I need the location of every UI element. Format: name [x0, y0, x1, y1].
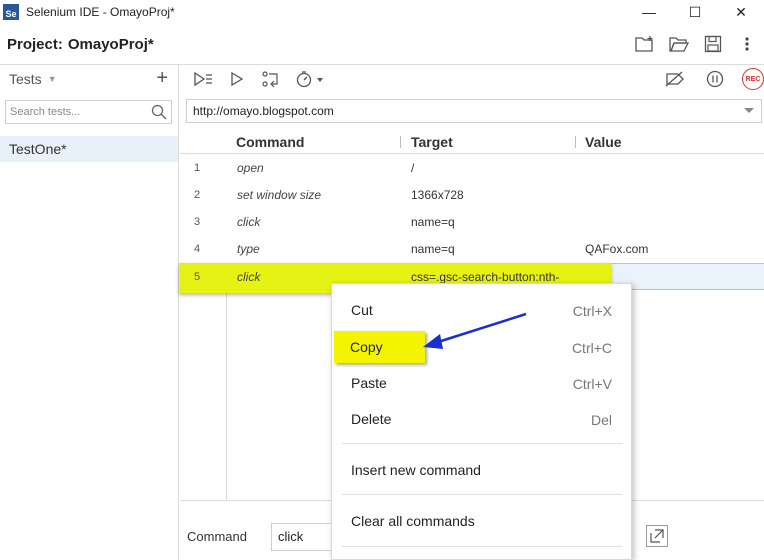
menu-item-copy-label: Copy [350, 339, 383, 355]
line-number-divider [226, 267, 227, 500]
row-target: css=.gsc-search-button:nth- [411, 270, 560, 284]
row-target: 1366x728 [411, 188, 464, 202]
row-command: open [237, 161, 264, 175]
minimize-button[interactable]: — [626, 0, 672, 24]
run-icon[interactable] [224, 68, 250, 90]
title-bar: Se Selenium IDE - OmayoProj* — ☐ ✕ [0, 0, 764, 24]
menu-separator [342, 494, 622, 495]
row-number: 1 [194, 162, 201, 174]
search-box [5, 100, 172, 124]
selenium-logo-icon: Se [3, 4, 19, 20]
search-icon [151, 104, 167, 123]
row-number: 3 [194, 216, 201, 228]
row-value: QAFox.com [585, 242, 649, 256]
table-row[interactable]: 1 open / [180, 155, 764, 182]
menu-item-delete[interactable]: Delete Del [332, 402, 632, 436]
column-divider[interactable] [575, 136, 576, 148]
window-controls: — ☐ ✕ [626, 0, 764, 24]
search-tests-input[interactable] [6, 101, 171, 123]
project-header: Project: OmayoProj* [0, 24, 764, 65]
row-target: / [411, 161, 415, 175]
row-target: name=q [411, 242, 455, 256]
column-value: Value [585, 134, 622, 150]
open-project-icon[interactable] [668, 33, 690, 55]
menu-item-insert-new-command[interactable]: Insert new command [332, 453, 632, 487]
menu-item-clear-all-commands[interactable]: Clear all commands [332, 504, 632, 538]
row-target: name=q [411, 215, 455, 229]
row-number: 4 [194, 243, 201, 255]
caret-down-icon[interactable]: ▼ [48, 74, 57, 84]
row-command: click [237, 270, 261, 284]
annotation-arrow-icon [423, 312, 527, 349]
pause-icon[interactable] [702, 68, 728, 90]
project-name[interactable]: OmayoProj* [68, 36, 154, 53]
menu-separator [342, 546, 622, 547]
window-title: Selenium IDE - OmayoProj* [26, 5, 175, 19]
chevron-down-icon[interactable] [744, 108, 754, 113]
tests-dropdown[interactable]: Tests [9, 71, 42, 87]
step-icon[interactable] [258, 68, 284, 90]
menu-item-paste[interactable]: Paste Ctrl+V [332, 366, 632, 400]
base-url-value: http://omayo.blogspot.com [193, 104, 334, 118]
disable-breakpoints-icon[interactable] [662, 68, 688, 90]
main-toolbar: REC [180, 65, 764, 93]
test-item-testone[interactable]: TestOne* [0, 136, 178, 162]
table-row[interactable]: 3 click name=q [180, 209, 764, 236]
row-number: 5 [194, 271, 201, 283]
project-label: Project: [7, 35, 63, 53]
maximize-button[interactable]: ☐ [672, 0, 718, 24]
column-divider[interactable] [400, 136, 401, 148]
more-icon[interactable] [736, 33, 758, 55]
base-url-dropdown[interactable]: http://omayo.blogspot.com [186, 99, 762, 123]
column-target: Target [411, 134, 453, 150]
speed-icon[interactable] [292, 68, 328, 90]
toolbar-right: REC [662, 68, 764, 90]
open-reference-icon[interactable] [646, 525, 668, 547]
save-project-icon[interactable] [702, 33, 724, 55]
sidebar-header: Tests ▼ + [0, 65, 178, 93]
row-number: 2 [194, 189, 201, 201]
record-button[interactable]: REC [742, 68, 764, 90]
menu-separator [342, 443, 622, 444]
project-toolbar [634, 33, 758, 55]
add-test-button[interactable]: + [156, 68, 168, 88]
column-command: Command [236, 134, 305, 150]
tests-sidebar: Tests ▼ + TestOne* [0, 65, 179, 560]
row-command: set window size [237, 188, 322, 202]
new-project-icon[interactable] [634, 33, 656, 55]
row-command: type [237, 242, 260, 256]
table-row[interactable]: 2 set window size 1366x728 [180, 182, 764, 209]
run-all-icon[interactable] [190, 68, 216, 90]
command-label: Command [187, 529, 247, 544]
close-button[interactable]: ✕ [718, 0, 764, 24]
row-command: click [237, 215, 261, 229]
table-row[interactable]: 4 type name=q QAFox.com [180, 236, 764, 263]
commands-table-header: Command Target Value [180, 130, 764, 154]
